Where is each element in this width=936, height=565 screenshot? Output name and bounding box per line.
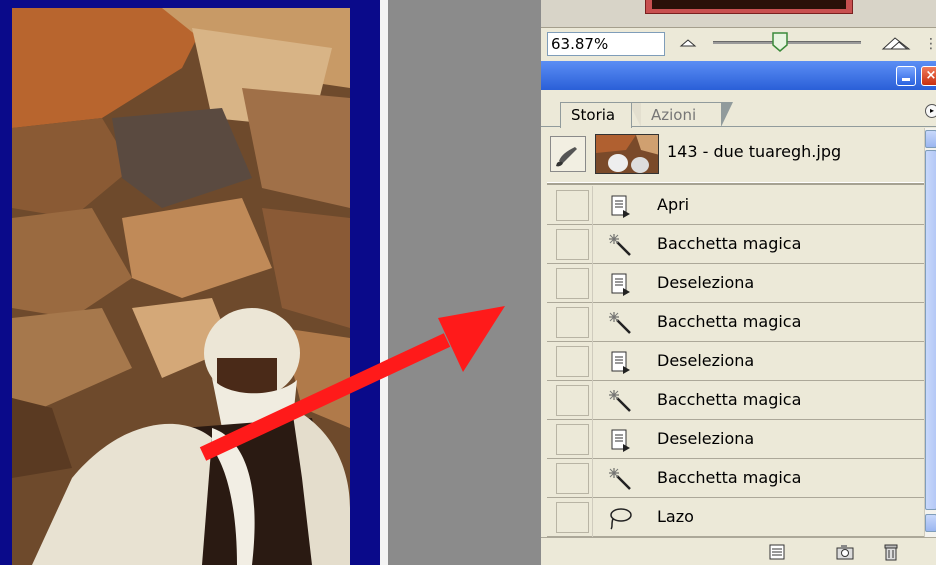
document-icon bbox=[607, 349, 633, 375]
history-brush-icon bbox=[556, 147, 577, 167]
navigator-zoom-row: 63.87% ⋮ bbox=[541, 28, 936, 61]
history-step-row[interactable]: Deseleziona bbox=[547, 342, 924, 381]
tab-storia[interactable]: Storia bbox=[560, 102, 632, 128]
history-brush-source-toggle[interactable] bbox=[556, 385, 589, 416]
zoom-out-icon[interactable] bbox=[679, 36, 697, 48]
panel-footer bbox=[541, 537, 936, 565]
history-step-label: Apri bbox=[657, 195, 690, 214]
history-brush-source-toggle[interactable] bbox=[556, 268, 589, 299]
minimize-button[interactable] bbox=[896, 66, 916, 86]
new-snapshot-icon[interactable] bbox=[835, 543, 855, 561]
history-brush-source-toggle[interactable] bbox=[556, 229, 589, 260]
magic-wand-icon bbox=[607, 310, 633, 336]
history-brush-source-toggle[interactable] bbox=[556, 502, 589, 533]
scroll-thumb[interactable] bbox=[925, 150, 936, 510]
history-step-row[interactable]: Deseleziona bbox=[547, 264, 924, 303]
workspace-area bbox=[388, 0, 541, 565]
navigator-view-box[interactable] bbox=[645, 0, 853, 14]
scroll-down-button[interactable] bbox=[925, 514, 936, 532]
tab-azioni-label: Azioni bbox=[651, 106, 697, 124]
document-icon bbox=[607, 271, 633, 297]
magic-wand-icon bbox=[607, 388, 633, 414]
history-step-label: Bacchetta magica bbox=[657, 312, 802, 331]
history-steps-list: Apri Bacchetta magica Deseleziona Bacchetta… bbox=[547, 186, 924, 537]
vertical-scrollbar[interactable] bbox=[924, 128, 936, 537]
document-icon bbox=[607, 193, 633, 219]
snapshot-thumbnail bbox=[595, 134, 659, 174]
tab-azioni[interactable]: Azioni bbox=[629, 102, 733, 127]
tuareg-photo bbox=[12, 8, 350, 565]
navigator-preview bbox=[541, 0, 936, 28]
lasso-icon bbox=[607, 505, 633, 531]
history-step-label: Bacchetta magica bbox=[657, 390, 802, 409]
slide: 63.87% ⋮ × Azioni Storia ▸ 143 - due tua… bbox=[0, 0, 936, 565]
magic-wand-icon bbox=[607, 232, 633, 258]
magic-wand-icon bbox=[607, 466, 633, 492]
zoom-in-icon[interactable] bbox=[881, 35, 911, 51]
history-step-row[interactable]: Deseleziona bbox=[547, 420, 924, 459]
history-brush-source-toggle[interactable] bbox=[556, 190, 589, 221]
snapshot-name: 143 - due tuaregh.jpg bbox=[667, 142, 842, 161]
scroll-up-button[interactable] bbox=[925, 130, 936, 148]
history-step-label: Deseleziona bbox=[657, 273, 755, 292]
history-step-label: Deseleziona bbox=[657, 429, 755, 448]
history-step-row[interactable]: Lazo bbox=[547, 498, 924, 537]
panel-tabs: Azioni Storia ▸ bbox=[541, 90, 936, 128]
history-panel: Azioni Storia ▸ 143 - due tuaregh.jpg Ap… bbox=[541, 90, 936, 565]
history-brush-source-toggle[interactable] bbox=[556, 463, 589, 494]
slide-background-strip bbox=[350, 0, 380, 565]
panel-titlebar[interactable]: × bbox=[541, 61, 936, 90]
tab-storia-label: Storia bbox=[571, 106, 616, 124]
resize-grip-icon[interactable]: ⋮ bbox=[924, 36, 936, 52]
panel-menu-icon[interactable]: ▸ bbox=[925, 104, 936, 118]
history-step-label: Deseleziona bbox=[657, 351, 755, 370]
zoom-input[interactable]: 63.87% bbox=[547, 32, 665, 56]
history-step-row[interactable]: Bacchetta magica bbox=[547, 381, 924, 420]
document-icon bbox=[607, 427, 633, 453]
history-step-row[interactable]: Apri bbox=[547, 186, 924, 225]
history-step-label: Lazo bbox=[657, 507, 694, 526]
canvas-edge bbox=[380, 0, 388, 565]
zoom-slider-thumb[interactable] bbox=[770, 31, 790, 53]
history-step-row[interactable]: Bacchetta magica bbox=[547, 303, 924, 342]
history-brush-source-toggle[interactable] bbox=[556, 424, 589, 455]
history-step-label: Bacchetta magica bbox=[657, 468, 802, 487]
history-brush-source-toggle[interactable] bbox=[556, 346, 589, 377]
history-snapshot[interactable]: 143 - due tuaregh.jpg bbox=[547, 128, 924, 180]
new-document-from-state-icon[interactable] bbox=[767, 543, 787, 561]
snapshot-brush-source[interactable] bbox=[550, 136, 586, 172]
history-step-label: Bacchetta magica bbox=[657, 234, 802, 253]
history-brush-source-toggle[interactable] bbox=[556, 307, 589, 338]
history-step-row[interactable]: Bacchetta magica bbox=[547, 459, 924, 498]
delete-state-icon[interactable] bbox=[881, 543, 901, 561]
close-button[interactable]: × bbox=[921, 66, 936, 86]
history-step-row[interactable]: Bacchetta magica bbox=[547, 225, 924, 264]
